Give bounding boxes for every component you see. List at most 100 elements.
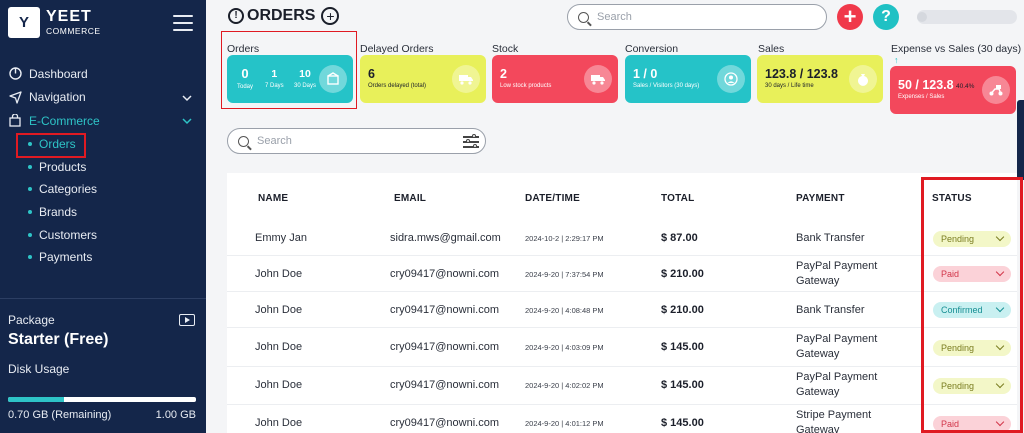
info-circle-icon: ! bbox=[228, 8, 244, 24]
sales-card[interactable]: 123.8 / 123.8 30 days / Life time bbox=[757, 55, 883, 103]
cell-payment: Bank Transfer bbox=[796, 232, 865, 244]
orders-search-input[interactable] bbox=[257, 135, 457, 147]
cell-date: 2024-10-2 | 2:29:17 PM bbox=[525, 234, 604, 243]
col-header-email[interactable]: EMAIL bbox=[394, 193, 426, 204]
add-order-plus-icon[interactable]: + bbox=[321, 7, 340, 25]
sidebar-subitem-brands[interactable]: Brands bbox=[0, 201, 206, 224]
delivery-truck-icon bbox=[452, 65, 480, 93]
sidebar-subitem-label: Categories bbox=[39, 182, 98, 197]
orders-table: NAME EMAIL DATE/TIME TOTAL PAYMENT STATU… bbox=[227, 173, 1017, 433]
trend-up-icon: ↑ bbox=[894, 55, 899, 65]
cell-name: John Doe bbox=[255, 268, 303, 280]
sidebar-item-label: E-Commerce bbox=[29, 113, 100, 128]
cell-name: John Doe bbox=[255, 341, 303, 353]
sidebar-item-label: Dashboard bbox=[29, 66, 88, 81]
cell-payment: PayPal Payment Gateway bbox=[796, 371, 878, 398]
delayed-sub: Orders delayed (total) bbox=[368, 83, 427, 89]
sidebar-subitem-products[interactable]: Products bbox=[0, 155, 206, 178]
cell-payment: Stripe Payment Gateway bbox=[796, 409, 872, 433]
table-row[interactable]: John Doe cry09417@nowni.com 2024-9-20 | … bbox=[227, 367, 1017, 405]
cell-name: John Doe bbox=[255, 379, 303, 391]
expense-sub: Expenses / Sales bbox=[898, 94, 945, 100]
dashboard-icon bbox=[8, 67, 22, 81]
filter-sliders-icon[interactable] bbox=[463, 134, 479, 148]
table-row[interactable]: John Doe cry09417@nowni.com 2024-9-20 | … bbox=[227, 292, 1017, 328]
stat-label-delayed: Delayed Orders bbox=[360, 43, 434, 55]
bag-icon bbox=[8, 114, 22, 128]
expense-vs-sales-card[interactable]: 50 / 123.8 40.4% Expenses / Sales bbox=[890, 66, 1016, 114]
cell-date: 2024-9-20 | 4:03:09 PM bbox=[525, 343, 604, 352]
sidebar-subitem-categories[interactable]: Categories bbox=[0, 178, 206, 201]
chevron-down-icon[interactable] bbox=[182, 92, 192, 106]
table-row[interactable]: John Doe cry09417@nowni.com 2024-9-20 | … bbox=[227, 405, 1017, 433]
video-play-icon[interactable] bbox=[179, 314, 195, 326]
cell-name: John Doe bbox=[255, 417, 303, 429]
package-label: Package bbox=[8, 313, 55, 327]
disk-usage-bar bbox=[8, 397, 196, 402]
sidebar-subitem-customers[interactable]: Customers bbox=[0, 223, 206, 246]
expense-percent: 40.4% bbox=[956, 83, 975, 90]
cell-date: 2024-9-20 | 4:02:02 PM bbox=[525, 381, 604, 390]
cell-email: cry09417@nowni.com bbox=[390, 417, 499, 429]
sidebar: Y YEET COMMERCE Dashboard Navigation E-C… bbox=[0, 0, 206, 433]
conversion-sub: Sales / Visitors (30 days) bbox=[633, 83, 700, 89]
stock-card[interactable]: 2 Low stock products bbox=[492, 55, 618, 103]
brand-logo[interactable]: Y YEET COMMERCE bbox=[8, 7, 101, 38]
stat-label-stock: Stock bbox=[492, 43, 519, 55]
cell-payment: PayPal Payment Gateway bbox=[796, 333, 878, 360]
col-header-date[interactable]: DATE/TIME bbox=[525, 193, 580, 204]
user-menu-blurred[interactable] bbox=[917, 10, 1017, 24]
sidebar-item-ecommerce[interactable]: E-Commerce bbox=[0, 109, 206, 133]
sidebar-subitem-label: Products bbox=[39, 159, 87, 174]
sidebar-subitem-label: Customers bbox=[39, 227, 98, 242]
cell-total: $ 87.00 bbox=[661, 232, 698, 244]
brand-sub: COMMERCE bbox=[46, 26, 101, 37]
cell-email: sidra.mws@gmail.com bbox=[390, 232, 501, 244]
quick-add-button[interactable]: + bbox=[837, 4, 863, 30]
expense-value: 50 / 123.8 bbox=[898, 78, 954, 92]
sidebar-item-navigation[interactable]: Navigation bbox=[0, 86, 206, 110]
disk-usage-label: Disk Usage bbox=[8, 362, 70, 376]
divider bbox=[0, 298, 206, 299]
cell-name: Emmy Jan bbox=[255, 232, 307, 244]
bullet-dot-icon bbox=[28, 209, 32, 214]
sales-value: 123.8 / 123.8 bbox=[765, 67, 838, 81]
stock-sub: Low stock products bbox=[500, 83, 552, 89]
app-root: Y YEET COMMERCE Dashboard Navigation E-C… bbox=[0, 0, 1024, 433]
table-row[interactable]: John Doe cry09417@nowni.com 2024-9-20 | … bbox=[227, 256, 1017, 292]
hamburger-menu-icon[interactable] bbox=[173, 15, 193, 31]
col-header-name[interactable]: NAME bbox=[258, 193, 288, 204]
bullet-dot-icon bbox=[28, 187, 32, 192]
orders-highlight-box bbox=[16, 133, 86, 158]
disk-total: 1.00 GB bbox=[155, 409, 196, 421]
table-row[interactable]: Emmy Jan sidra.mws@gmail.com 2024-10-2 |… bbox=[227, 220, 1017, 256]
sales-sub: 30 days / Life time bbox=[765, 83, 814, 89]
page-title: ! ORDERS + bbox=[228, 7, 342, 25]
col-header-payment[interactable]: PAYMENT bbox=[796, 193, 845, 204]
global-search bbox=[567, 4, 827, 30]
sidebar-subitem-payments[interactable]: Payments bbox=[0, 246, 206, 269]
global-search-input[interactable] bbox=[597, 11, 797, 23]
search-icon bbox=[578, 11, 589, 23]
chevron-down-icon[interactable] bbox=[182, 115, 192, 129]
visitor-user-icon bbox=[717, 65, 745, 93]
table-row[interactable]: John Doe cry09417@nowni.com 2024-9-20 | … bbox=[227, 328, 1017, 367]
bullet-dot-icon bbox=[28, 255, 32, 260]
cell-email: cry09417@nowni.com bbox=[390, 268, 499, 280]
conversion-card[interactable]: 1 / 0 Sales / Visitors (30 days) bbox=[625, 55, 751, 103]
cell-email: cry09417@nowni.com bbox=[390, 379, 499, 391]
stock-truck-icon bbox=[584, 65, 612, 93]
stat-label-expense: Expense vs Sales (30 days) bbox=[891, 43, 1022, 55]
col-header-total[interactable]: TOTAL bbox=[661, 193, 694, 204]
cell-date: 2024-9-20 | 4:01:12 PM bbox=[525, 419, 604, 428]
brand-name: YEET bbox=[46, 8, 92, 26]
cell-date: 2024-9-20 | 4:08:48 PM bbox=[525, 306, 604, 315]
help-button[interactable]: ? bbox=[873, 4, 899, 30]
delayed-orders-card[interactable]: 6 Orders delayed (total) bbox=[360, 55, 486, 103]
side-panel-tab[interactable] bbox=[1017, 100, 1024, 180]
sidebar-item-dashboard[interactable]: Dashboard bbox=[0, 62, 206, 86]
cell-email: cry09417@nowni.com bbox=[390, 341, 499, 353]
disk-usage-fill bbox=[8, 397, 65, 402]
package-plan: Starter (Free) bbox=[8, 331, 109, 348]
avatar[interactable] bbox=[917, 12, 927, 22]
